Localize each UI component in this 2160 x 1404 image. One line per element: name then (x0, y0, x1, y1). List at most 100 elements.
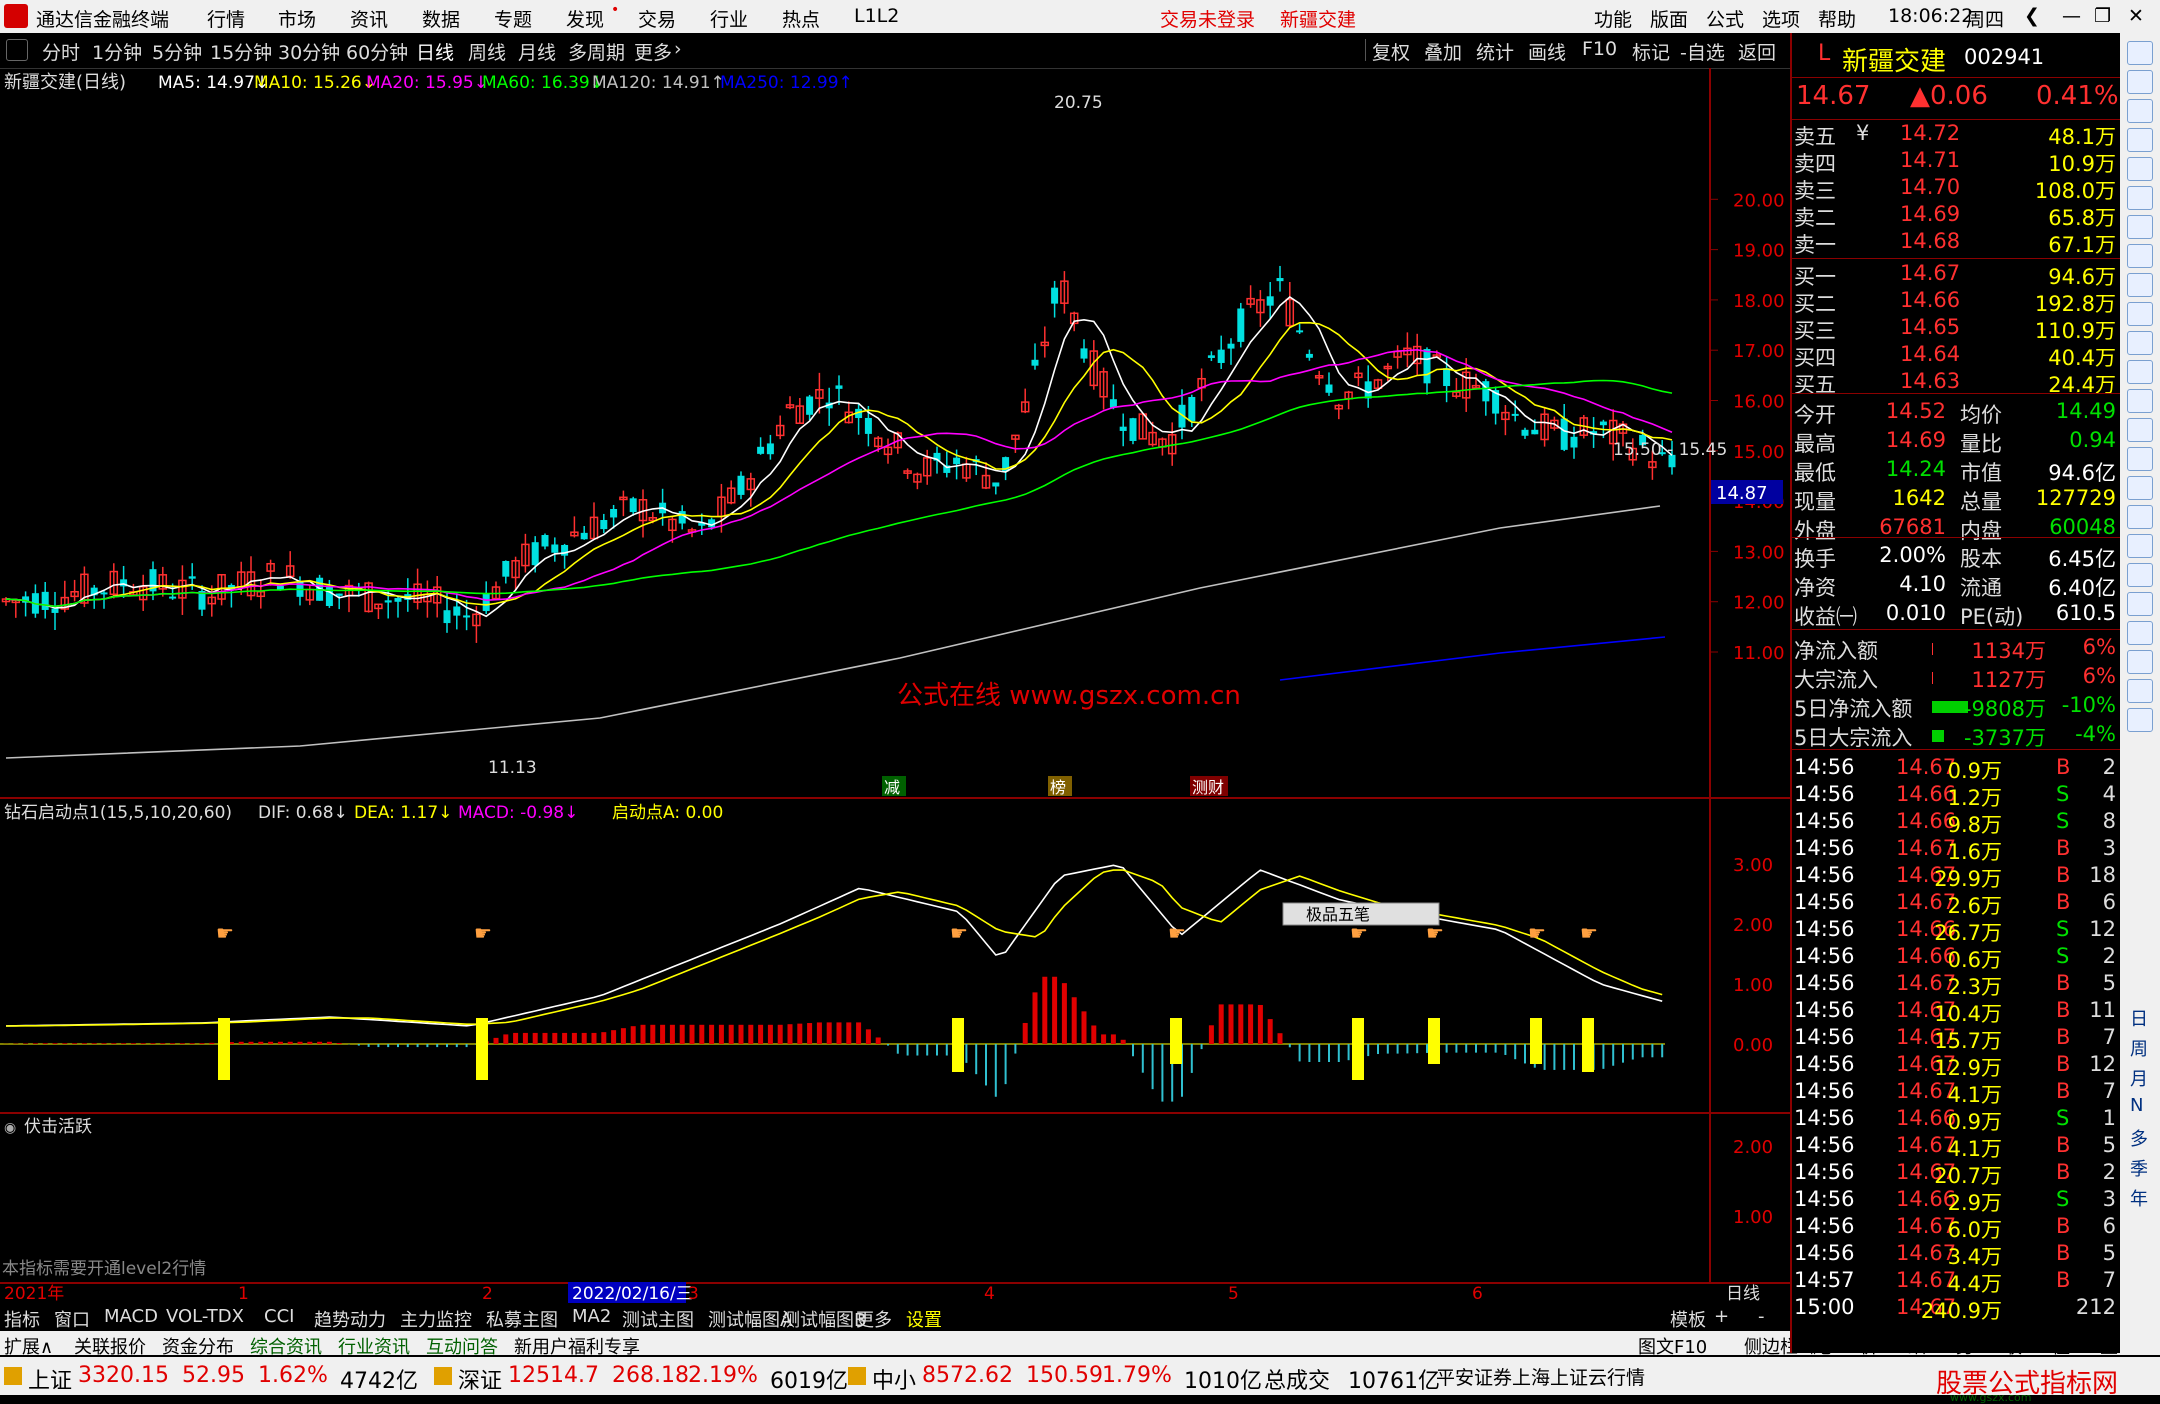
tool-back[interactable]: 返回 (1738, 38, 1776, 65)
tool-watchlist[interactable]: -自选 (1680, 38, 1725, 65)
back-arrow-icon[interactable]: ❮ (2024, 5, 2040, 27)
side-period-button[interactable]: 周 (2130, 1035, 2148, 1061)
info-tab[interactable]: 综合资讯 (250, 1333, 322, 1359)
close-icon[interactable]: ✕ (2128, 5, 2144, 27)
indicator-tab[interactable]: 窗口 (54, 1306, 90, 1332)
side-period-button[interactable]: 多 (2130, 1125, 2148, 1151)
menu-layout[interactable]: 版面 (1650, 5, 1688, 32)
side-period-button[interactable]: 月 (2130, 1065, 2148, 1091)
side-tool-icon[interactable] (2127, 447, 2153, 471)
menu-quote[interactable]: 行情 (207, 5, 245, 32)
side-tool-icon[interactable] (2127, 505, 2153, 529)
period-tab-timeshare[interactable]: 分时 (42, 38, 80, 65)
tool-mark[interactable]: 标记 (1632, 38, 1670, 65)
menu-industry[interactable]: 行业 (710, 5, 748, 32)
side-tool-icon[interactable] (2127, 621, 2153, 645)
side-tool-icon[interactable] (2127, 418, 2153, 442)
stock-name[interactable]: 新疆交建 (1842, 41, 1946, 78)
side-tool-icon[interactable] (2127, 99, 2153, 123)
period-tab-30min[interactable]: 30分钟 (278, 38, 340, 65)
period-tab-15min[interactable]: 15分钟 (210, 38, 272, 65)
menu-formula[interactable]: 公式 (1706, 5, 1744, 32)
indicator-tab[interactable]: 指标 (4, 1306, 40, 1332)
tool-f10[interactable]: F10 (1582, 38, 1617, 60)
side-period-button[interactable]: N (2130, 1095, 2143, 1116)
indicator-tab[interactable]: 主力监控 (400, 1306, 472, 1332)
tool-adjust[interactable]: 复权 (1372, 38, 1410, 65)
indicator-tab[interactable]: VOL-TDX (166, 1306, 244, 1327)
side-tool-icon[interactable] (2127, 534, 2153, 558)
period-tab-5min[interactable]: 5分钟 (152, 38, 202, 65)
period-tab-more[interactable]: 更多 (634, 38, 672, 65)
side-tool-icon[interactable] (2127, 244, 2153, 268)
period-tab-60min[interactable]: 60分钟 (346, 38, 408, 65)
period-tab-multi[interactable]: 多周期 (568, 38, 625, 65)
menu-data[interactable]: 数据 (422, 5, 460, 32)
indicator-tab[interactable]: 测试幅图B (782, 1306, 866, 1332)
side-tool-icon[interactable] (2127, 41, 2153, 65)
side-tool-icon[interactable] (2127, 389, 2153, 413)
side-period-button[interactable]: 日 (2130, 1005, 2148, 1031)
trade-login-notice[interactable]: 交易未登录 (1160, 5, 1255, 32)
info-tab[interactable]: 新用户福利专享 (514, 1333, 640, 1359)
side-tool-icon[interactable] (2127, 476, 2153, 500)
menu-function[interactable]: 功能 (1594, 5, 1632, 32)
menu-trade[interactable]: 交易 (638, 5, 676, 32)
menu-l1l2[interactable]: L1L2 (854, 5, 899, 27)
info-tab[interactable]: 资金分布 (162, 1333, 234, 1359)
tool-statistics[interactable]: 统计 (1476, 38, 1514, 65)
indicator-tab[interactable]: MA2 (572, 1306, 611, 1327)
side-tool-icon[interactable] (2127, 186, 2153, 210)
indicator-tab[interactable]: CCI (264, 1306, 294, 1327)
info-tab[interactable]: 互动问答 (426, 1333, 498, 1359)
index-name[interactable]: 深证 (458, 1363, 502, 1395)
menu-help[interactable]: 帮助 (1818, 5, 1856, 32)
side-tool-icon[interactable] (2127, 650, 2153, 674)
side-tool-icon[interactable] (2127, 331, 2153, 355)
info-tab[interactable]: 扩展∧ (4, 1333, 53, 1359)
side-tool-icon[interactable] (2127, 215, 2153, 239)
menu-topic[interactable]: 专题 (494, 5, 532, 32)
side-tool-icon[interactable] (2127, 563, 2153, 587)
indicator-tab[interactable]: 测试主图 (622, 1306, 694, 1332)
side-tool-icon[interactable] (2127, 273, 2153, 297)
side-tool-icon[interactable] (2127, 128, 2153, 152)
indicator-tab[interactable]: MACD (104, 1306, 158, 1327)
side-tool-icon[interactable] (2127, 70, 2153, 94)
current-stock-notice[interactable]: 新疆交建 (1280, 5, 1356, 32)
indicator-tab[interactable]: 私募主图 (486, 1306, 558, 1332)
period-tab-1min[interactable]: 1分钟 (92, 38, 142, 65)
side-tool-icon[interactable] (2127, 708, 2153, 732)
menu-hot[interactable]: 热点 (782, 5, 820, 32)
index-name[interactable]: 中小 (872, 1363, 916, 1395)
menu-options[interactable]: 选项 (1762, 5, 1800, 32)
side-tool-icon[interactable] (2127, 360, 2153, 384)
restore-icon[interactable]: ❐ (2094, 5, 2111, 27)
side-period-button[interactable]: 季 (2130, 1155, 2148, 1181)
menu-discover[interactable]: 发现 (566, 5, 604, 32)
index-name[interactable]: 上证 (28, 1363, 72, 1395)
period-tab-weekly[interactable]: 周线 (468, 38, 506, 65)
period-tab-monthly[interactable]: 月线 (518, 38, 556, 65)
indicator-tab-right[interactable]: 模板 (1670, 1306, 1706, 1332)
indicator-tab-right[interactable]: + (1714, 1306, 1729, 1327)
info-tab[interactable]: 行业资讯 (338, 1333, 410, 1359)
side-period-button[interactable]: 年 (2130, 1185, 2148, 1211)
period-menu-icon[interactable] (6, 39, 28, 61)
indicator-tab[interactable]: 趋势动力 (314, 1306, 386, 1332)
tool-draw[interactable]: 画线 (1528, 38, 1566, 65)
minimize-icon[interactable]: — (2062, 5, 2081, 27)
tool-overlay[interactable]: 叠加 (1424, 38, 1462, 65)
side-tool-icon[interactable] (2127, 679, 2153, 703)
menu-market[interactable]: 市场 (278, 5, 316, 32)
side-tool-icon[interactable] (2127, 157, 2153, 181)
kline-chart-area[interactable]: 20.0019.0018.0017.0016.0015.0014.0013.00… (0, 68, 1790, 1305)
menu-news[interactable]: 资讯 (350, 5, 388, 32)
indicator-tab[interactable]: 更多 (856, 1306, 892, 1332)
side-tool-icon[interactable] (2127, 302, 2153, 326)
info-right-tab[interactable]: 图文F10 (1638, 1333, 1707, 1359)
side-tool-icon[interactable] (2127, 592, 2153, 616)
indicator-tab-right[interactable]: - (1758, 1306, 1765, 1327)
period-tab-daily[interactable]: 日线 (416, 38, 454, 65)
indicator-tab[interactable]: 设置 (906, 1306, 942, 1332)
